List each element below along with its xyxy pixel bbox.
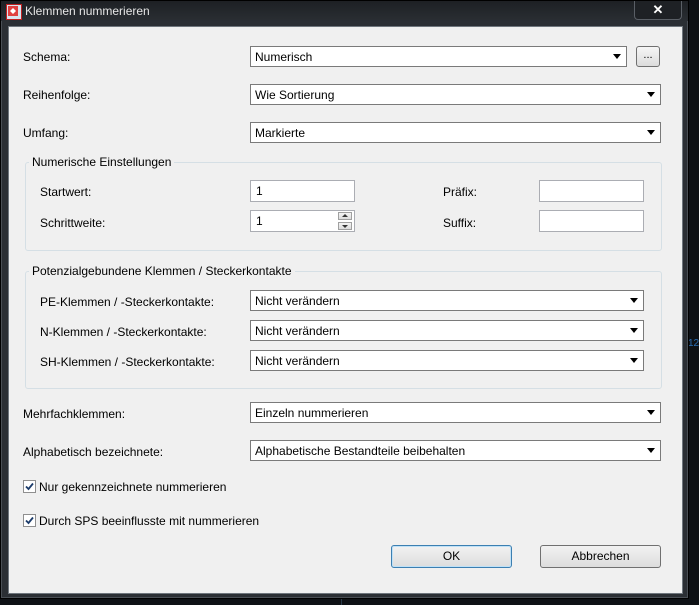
umfang-value: Markierte — [255, 126, 306, 140]
umfang-label: Umfang: — [23, 126, 69, 140]
praefix-input[interactable] — [539, 180, 644, 202]
background-label: 12 — [688, 338, 699, 349]
spin-down-icon[interactable] — [338, 222, 352, 230]
pe-value: Nicht verändern — [255, 294, 340, 308]
schema-more-button[interactable]: ... — [636, 46, 660, 67]
numeric-settings-title: Numerische Einstellungen — [29, 155, 175, 169]
alphabetisch-value: Alphabetische Bestandteile beibehalten — [255, 444, 466, 458]
schrittweite-value: 1 — [256, 214, 263, 228]
app-icon — [6, 4, 22, 20]
sh-value: Nicht verändern — [255, 354, 340, 368]
nur-gekennzeichnete-label[interactable]: Nur gekennzeichnete nummerieren — [39, 480, 226, 494]
n-label: N-Klemmen / -Steckerkontakte: — [40, 325, 207, 339]
chevron-down-icon — [630, 298, 638, 303]
schema-label: Schema: — [23, 50, 71, 64]
chevron-down-icon — [647, 410, 655, 415]
close-button[interactable]: ✕ — [634, 1, 682, 20]
checkmark-icon — [25, 516, 34, 525]
durch-sps-label[interactable]: Durch SPS beeinflusste mit nummerieren — [39, 514, 259, 528]
nur-gekennzeichnete-checkbox[interactable] — [23, 480, 36, 493]
window-title: Klemmen nummerieren — [25, 4, 150, 18]
startwert-value: 1 — [256, 184, 263, 198]
sh-label: SH-Klemmen / -Steckerkontakte: — [40, 355, 215, 369]
startwert-input[interactable]: 1 — [250, 180, 355, 202]
alphabetisch-label: Alphabetisch bezeichnete: — [23, 445, 164, 459]
reihenfolge-label: Reihenfolge: — [23, 88, 91, 102]
dialog-window: Klemmen nummerieren ✕ Schema: Numerisch … — [0, 0, 689, 599]
n-dropdown[interactable]: Nicht verändern — [250, 320, 644, 341]
startwert-label: Startwert: — [40, 185, 92, 199]
pe-label: PE-Klemmen / -Steckerkontakte: — [40, 295, 215, 309]
chevron-down-icon — [613, 54, 621, 59]
chevron-down-icon — [630, 358, 638, 363]
title-bar[interactable]: Klemmen nummerieren ✕ — [1, 1, 688, 21]
close-icon: ✕ — [652, 2, 664, 17]
cancel-button[interactable]: Abbrechen — [540, 545, 661, 568]
chevron-down-icon — [647, 130, 655, 135]
sh-dropdown[interactable]: Nicht verändern — [250, 350, 644, 371]
reihenfolge-dropdown[interactable]: Wie Sortierung — [250, 84, 661, 105]
suffix-input[interactable] — [539, 210, 644, 232]
numeric-settings-group — [25, 162, 662, 251]
ok-button[interactable]: OK — [391, 545, 512, 568]
chevron-down-icon — [630, 328, 638, 333]
durch-sps-checkbox[interactable] — [23, 514, 36, 527]
chevron-down-icon — [647, 92, 655, 97]
spin-up-icon[interactable] — [338, 212, 352, 220]
n-value: Nicht verändern — [255, 324, 340, 338]
reihenfolge-value: Wie Sortierung — [255, 88, 335, 102]
pe-dropdown[interactable]: Nicht verändern — [250, 290, 644, 311]
schrittweite-stepper[interactable] — [338, 212, 353, 230]
schrittweite-label: Schrittweite: — [40, 216, 106, 230]
mehrfach-dropdown[interactable]: Einzeln nummerieren — [250, 402, 661, 423]
schrittweite-input[interactable]: 1 — [250, 210, 355, 232]
dialog-content: Schema: Numerisch ... Reihenfolge: Wie S… — [8, 26, 683, 594]
checkmark-icon — [25, 482, 34, 491]
potential-title: Potenzialgebundene Klemmen / Steckerkont… — [29, 264, 295, 278]
chevron-down-icon — [647, 448, 655, 453]
umfang-dropdown[interactable]: Markierte — [250, 122, 661, 143]
alphabetisch-dropdown[interactable]: Alphabetische Bestandteile beibehalten — [250, 440, 661, 461]
schema-value: Numerisch — [255, 50, 313, 64]
schema-dropdown[interactable]: Numerisch — [250, 46, 627, 67]
suffix-label: Suffix: — [443, 216, 477, 230]
mehrfach-label: Mehrfachklemmen: — [23, 407, 126, 421]
praefix-label: Präfix: — [443, 185, 478, 199]
mehrfach-value: Einzeln nummerieren — [255, 406, 369, 420]
